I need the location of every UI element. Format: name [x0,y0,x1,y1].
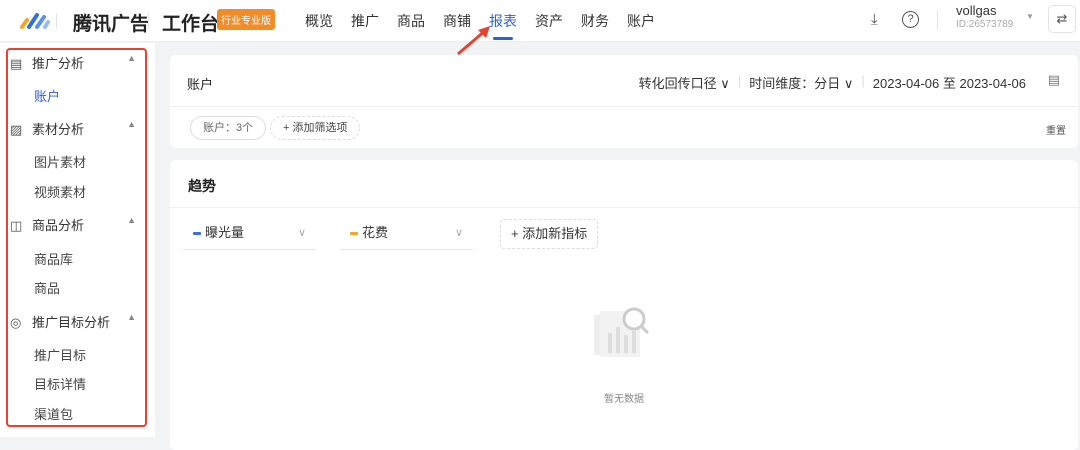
sidebar-item-product-library[interactable]: 商品库 [34,249,73,268]
sidebar-item-account[interactable]: 账户 [34,86,60,105]
highlight-box [6,48,147,427]
metric-select-impressions[interactable]: 曝光量 ∨ [183,222,316,250]
series-color-swatch [350,232,358,236]
brand-name: 腾讯广告 [73,14,150,35]
user-name: vollgas [956,3,997,18]
collapse-icon: ▲ [127,215,136,225]
user-menu[interactable]: vollgas ID:26573789 [956,4,1013,32]
metric-select-cost[interactable]: 花费 ∨ [340,222,473,250]
group-label: 素材分析 [32,122,85,137]
report-filters: 转化回传口径 ∨ | 时间维度：分日 ∨ | 2023-04-06 至 2023… [638,73,1026,92]
add-metric-button[interactable]: + 添加新指标 [500,219,599,249]
conversion-dropdown[interactable]: 转化回传口径 ∨ [639,73,730,92]
workbench-title: 工作台 [162,14,220,35]
edition-badge: 行业专业版 [217,9,275,30]
switch-button[interactable]: ⇄ [1048,5,1076,33]
bag-icon: ◫ [10,218,23,233]
group-label: 商品分析 [32,218,85,233]
trend-title: 趋势 [188,178,216,194]
trend-card: 趋势 曝光量 ∨ 花费 ∨ + 添加新指标 暂无数据 [170,160,1078,450]
red-arrow-annotation [457,26,490,56]
tencent-ads-logo[interactable] [18,11,52,31]
image-icon: ▨ [10,122,23,137]
reset-button[interactable]: 重置 [1046,122,1066,137]
add-filter-button[interactable]: + 添加筛选项 [270,116,361,140]
chevron-down-icon: ∨ [297,227,306,239]
report-filter-card: 账户 转化回传口径 ∨ | 时间维度：分日 ∨ | 2023-04-06 至 2… [170,55,1078,148]
series-color-swatch [193,232,201,236]
nav-account[interactable]: 账户 [627,11,655,31]
nav-promotion[interactable]: 推广 [351,11,379,31]
account-filter-chip[interactable]: 账户：3个 [190,116,267,140]
sidebar-group-promotion-analysis[interactable]: ▤ 推广分析 ▲ [10,53,140,72]
group-label: 推广分析 [32,56,85,71]
report-title: 账户 [187,77,214,92]
collapse-icon: ▲ [127,53,136,63]
user-id: ID:26573789 [956,19,1014,30]
sidebar-group-target-analysis[interactable]: ◎ 推广目标分析 ▲ [10,312,140,331]
nav-products[interactable]: 商品 [397,11,425,31]
target-icon: ◎ [10,315,22,330]
sidebar-item-target[interactable]: 推广目标 [34,345,86,364]
calendar-icon[interactable]: ▤ [1048,72,1060,88]
collapse-icon: ▲ [127,119,136,129]
report-icon: ▤ [10,56,23,71]
sidebar-item-product[interactable]: 商品 [34,278,60,297]
nav-finance[interactable]: 财务 [581,11,609,31]
chevron-down-icon: ∨ [454,227,463,239]
date-range-picker[interactable]: 2023-04-06 至 2023-04-06 [873,73,1026,92]
sidebar-item-image-material[interactable]: 图片素材 [34,152,86,171]
sidebar-item-video-material[interactable]: 视频素材 [34,182,86,201]
nav-assets[interactable]: 资产 [535,11,563,31]
time-dimension-dropdown[interactable]: 时间维度：分日 ∨ [749,73,853,92]
collapse-icon: ▲ [127,312,136,322]
sidebar-item-channel-package[interactable]: 渠道包 [34,404,73,423]
group-label: 推广目标分析 [32,315,111,330]
empty-state-text: 暂无数据 [604,394,644,405]
help-icon[interactable]: ? [902,11,919,28]
sidebar-group-material-analysis[interactable]: ▨ 素材分析 ▲ [10,119,140,138]
sidebar-group-product-analysis[interactable]: ◫ 商品分析 ▲ [10,215,140,234]
download-icon[interactable]: ⤓ [871,11,878,28]
sidebar-item-target-detail[interactable]: 目标详情 [34,374,86,393]
empty-data-icon [594,307,650,357]
nav-overview[interactable]: 概览 [305,11,333,31]
top-bar: 腾讯广告 工作台 行业专业版 概览 推广 商品 商铺 报表 资产 财务 账户 ⤓… [0,0,1080,42]
caret-down-icon[interactable]: ▼ [1026,12,1034,21]
